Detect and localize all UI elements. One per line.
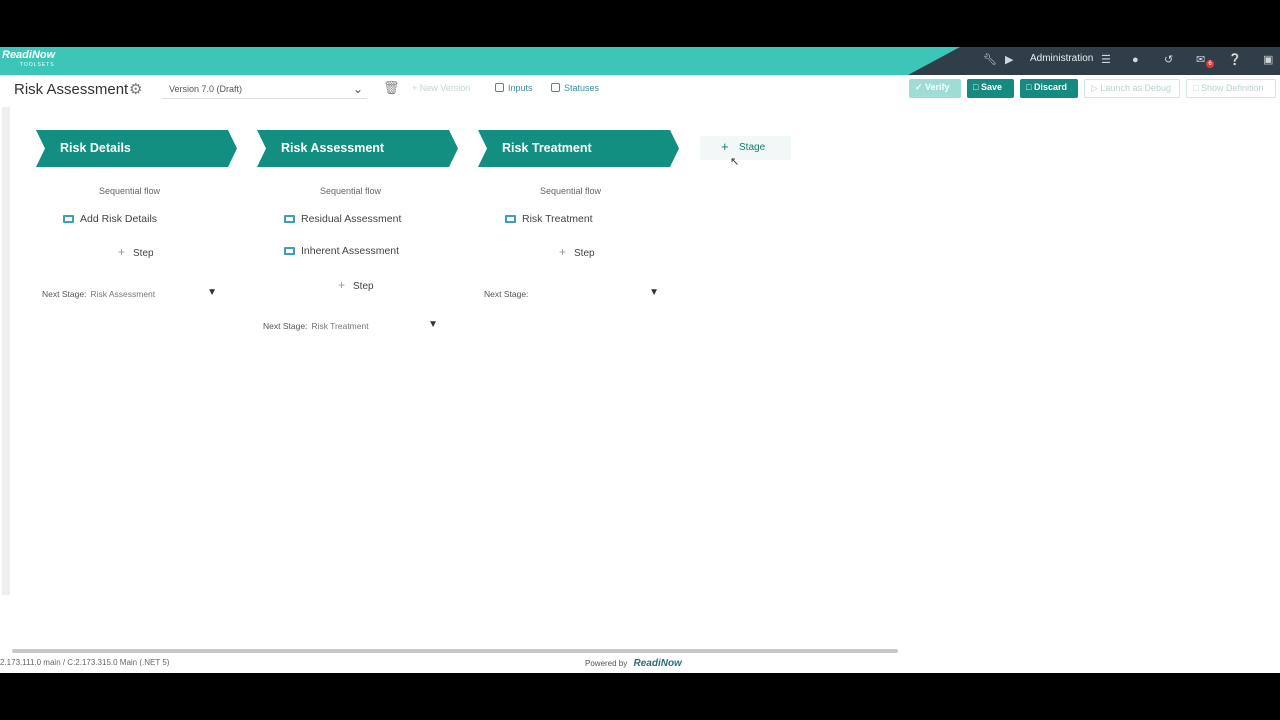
statuses-button[interactable]: Statuses (551, 83, 599, 93)
monitor-icon (284, 247, 295, 255)
add-step-button[interactable]: + Step (338, 278, 374, 292)
monitor-icon (284, 215, 295, 223)
version-select[interactable]: Version 7.0 (Draft) ⌄ (162, 81, 367, 99)
add-step-button[interactable]: + Step (118, 245, 154, 259)
help-icon[interactable]: ❔ (1228, 53, 1242, 67)
plus-icon: + (338, 278, 346, 292)
verify-label: Verify (925, 82, 950, 92)
cursor-icon: ↖ (730, 156, 740, 168)
discard-label: Discard (1033, 82, 1067, 92)
menu-icon[interactable]: ☰ (1101, 53, 1111, 67)
add-step-label: Step (353, 281, 374, 292)
caret-down-icon: ▼ (649, 287, 659, 298)
next-stage-select[interactable]: Next Stage: Risk Treatment ▼ (263, 319, 438, 335)
statuses-label: Statuses (564, 83, 600, 93)
next-stage-label: Next Stage: (42, 289, 87, 299)
add-stage-label: Stage (739, 142, 766, 153)
user-icon[interactable]: ● (1132, 53, 1139, 67)
plus-icon: + (118, 245, 126, 259)
caret-down-icon: ▼ (207, 287, 217, 298)
next-stage-select[interactable]: Next Stage: Risk Assessment ▼ (42, 287, 217, 303)
monitor-icon (505, 215, 516, 223)
app-window: ReadiNow TOOLSETS 🔧︎ ▶ Administration ☰ … (0, 47, 1280, 673)
stage-risk-assessment[interactable]: Risk Assessment (257, 130, 458, 167)
step-label: Risk Treatment (522, 213, 593, 225)
version-info: 2.173.111.0 main / C:2.173.315.0 Main (.… (0, 658, 170, 667)
stage-risk-treatment[interactable]: Risk Treatment (478, 130, 679, 167)
step-label: Add Risk Details (80, 213, 158, 225)
show-definition-label: Show Definition (1200, 83, 1264, 93)
next-stage-value: Risk Assessment (90, 289, 156, 299)
add-step-button[interactable]: + Step (559, 245, 595, 259)
step-item[interactable]: Residual Assessment (284, 213, 401, 225)
caret-down-icon: ▼ (428, 319, 438, 330)
verify-button[interactable]: ✓ Verify (909, 79, 961, 98)
new-version-label: New Version (419, 83, 471, 93)
save-button[interactable]: □ Save (967, 79, 1014, 98)
trash-icon[interactable]: 🗑︎ (383, 80, 400, 96)
step-item[interactable]: Risk Treatment (505, 213, 593, 225)
powered-by-label: Powered by (585, 659, 628, 668)
window-icon[interactable]: ▣ (1263, 53, 1273, 67)
launch-debug-label: Launch as Debug (1100, 83, 1171, 93)
add-step-label: Step (133, 248, 154, 259)
discard-button[interactable]: □ Discard (1020, 79, 1078, 98)
horizontal-scrollbar[interactable] (12, 649, 898, 653)
plus-icon: + (721, 139, 729, 154)
administration-menu[interactable]: Administration (1030, 53, 1093, 64)
top-nav-bar: ReadiNow TOOLSETS 🔧︎ ▶ Administration ☰ … (0, 47, 1280, 75)
flow-type-label: Sequential flow (99, 186, 161, 196)
step-label: Residual Assessment (301, 213, 402, 225)
flow-type-label: Sequential flow (320, 186, 382, 196)
check-icon (551, 83, 560, 92)
next-stage-label: Next Stage: (263, 321, 308, 331)
left-scrollbar[interactable] (2, 107, 10, 595)
show-definition-button[interactable]: □ Show Definition (1186, 79, 1276, 98)
inputs-button[interactable]: Inputs (495, 83, 533, 93)
gear-icon[interactable]: ⚙ (129, 80, 142, 98)
save-label: Save (980, 82, 1002, 92)
stage-risk-details[interactable]: Risk Details (36, 130, 237, 167)
next-stage-value: Risk Treatment (311, 321, 369, 331)
add-step-label: Step (574, 248, 595, 259)
inputs-label: Inputs (508, 83, 533, 93)
notifications-icon[interactable]: ✉ (1196, 53, 1205, 67)
flow-type-label: Sequential flow (540, 186, 602, 196)
next-stage-label: Next Stage: (484, 289, 529, 299)
logo-subtitle: TOOLSETS (20, 62, 55, 68)
add-stage-button[interactable]: + Stage (700, 136, 791, 160)
step-item[interactable]: Inherent Assessment (284, 245, 399, 257)
next-stage-select[interactable]: Next Stage: ▼ (484, 287, 659, 303)
version-label: Version 7.0 (Draft) (169, 84, 243, 94)
top-nav-right-panel (908, 47, 1280, 75)
wrench-icon[interactable]: 🔧︎ (983, 53, 997, 67)
plus-icon: + (412, 83, 420, 93)
chevron-down-icon: ⌄ (352, 82, 363, 96)
history-icon[interactable]: ↺ (1164, 53, 1173, 67)
inputs-icon (495, 83, 504, 92)
launch-debug-button[interactable]: ▷ Launch as Debug (1084, 79, 1180, 98)
step-label: Inherent Assessment (301, 245, 400, 257)
new-version-button[interactable]: + New Version (412, 83, 470, 93)
page-title: Risk Assessment (14, 81, 129, 98)
plus-icon: + (559, 245, 567, 259)
play-icon[interactable]: ▶ (1005, 53, 1013, 67)
footer-logo: ReadiNow (633, 658, 682, 669)
notification-badge: 6 (1206, 60, 1214, 68)
step-item[interactable]: Add Risk Details (63, 213, 157, 225)
powered-by: Powered by ReadiNow (585, 658, 682, 669)
readinow-logo[interactable]: ReadiNow (2, 49, 55, 61)
monitor-icon (63, 215, 74, 223)
